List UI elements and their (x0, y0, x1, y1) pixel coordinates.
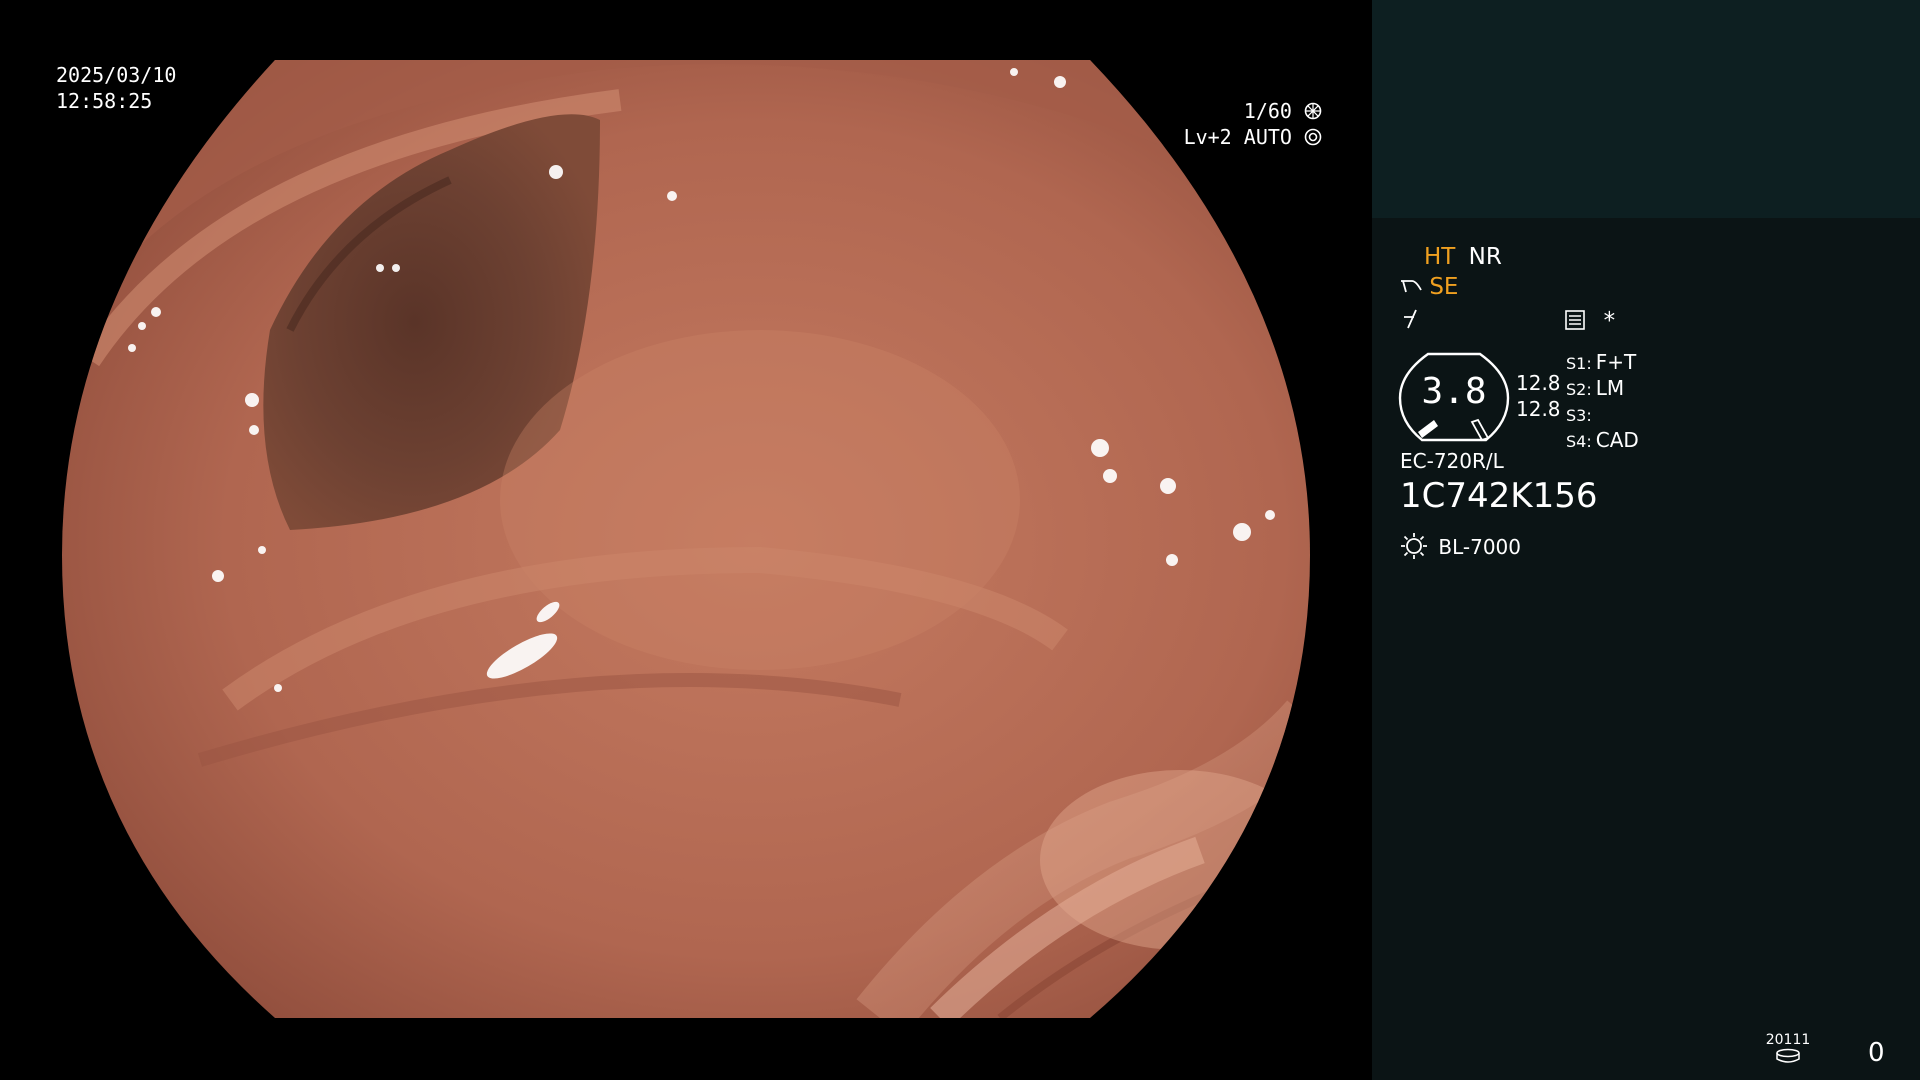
signal-row (1402, 308, 1422, 334)
shutter-speed: 1/60 (1243, 99, 1292, 123)
s4-key: S4: (1566, 432, 1592, 451)
scope-model: EC-720R/L (1400, 449, 1504, 473)
scope-serial: 1C742K156 (1400, 476, 1598, 516)
memo-icon (1565, 310, 1585, 330)
s2-value: LM (1595, 376, 1625, 400)
s1-key: S1: (1566, 354, 1592, 373)
camera-settings: 1/60 Lv+2 AUTO (1184, 98, 1322, 150)
aperture-icon (1304, 102, 1322, 120)
exam-date: 2025/03/10 (56, 63, 177, 87)
asterisk-indicator: * (1603, 308, 1616, 334)
disk-icon (1776, 1048, 1800, 1063)
status-panel: HT NR SE * 3.8 12.8 12.8 S1: F+T S2: LM … (1372, 0, 1920, 1080)
light-source-row: BL-7000 (1400, 532, 1521, 560)
se-indicator: SE (1429, 274, 1459, 300)
switch-assignments: S1: F+T S2: LM S3: S4: CAD (1566, 350, 1639, 454)
storage-code: 20111 (1765, 1032, 1811, 1048)
image-count: 0 (1868, 1038, 1885, 1068)
s4-value: CAD (1595, 428, 1639, 452)
panel-header-area (1372, 0, 1920, 218)
iris-level: Lv+2 (1183, 125, 1232, 149)
date-time-block: 2025/03/10 12:58:25 (56, 62, 176, 114)
ht-indicator: HT (1424, 244, 1456, 270)
iris-auto-icon (1304, 128, 1322, 146)
nr-indicator: NR (1468, 244, 1502, 270)
s2-key: S2: (1566, 380, 1592, 399)
signal-icon (1404, 309, 1417, 329)
memo-row: * (1564, 308, 1615, 334)
light-source-icon (1401, 533, 1427, 559)
mode-row-2: SE (1400, 274, 1458, 300)
endoscope-view: 2025/03/10 12:58:25 1/60 Lv+2 AUTO (0, 0, 1372, 1080)
endoscope-image (62, 60, 1310, 1018)
storage-indicator: 20111 (1764, 1032, 1812, 1068)
diameter-2: 12.8 (1516, 397, 1561, 421)
mode-row-1: HT NR (1424, 244, 1502, 270)
bending-gauge: 3.8 (1398, 352, 1510, 442)
exam-time: 12:58:25 (56, 89, 153, 113)
s3-key: S3: (1566, 406, 1592, 425)
light-source-model: BL-7000 (1438, 535, 1521, 559)
gauge-value: 3.8 (1421, 371, 1487, 412)
s1-value: F+T (1595, 350, 1637, 374)
iris-mode: AUTO (1243, 125, 1292, 149)
diameter-1: 12.8 (1516, 371, 1561, 395)
diameter-readout: 12.8 12.8 (1516, 370, 1561, 422)
scope-tip-icon (1401, 280, 1422, 293)
